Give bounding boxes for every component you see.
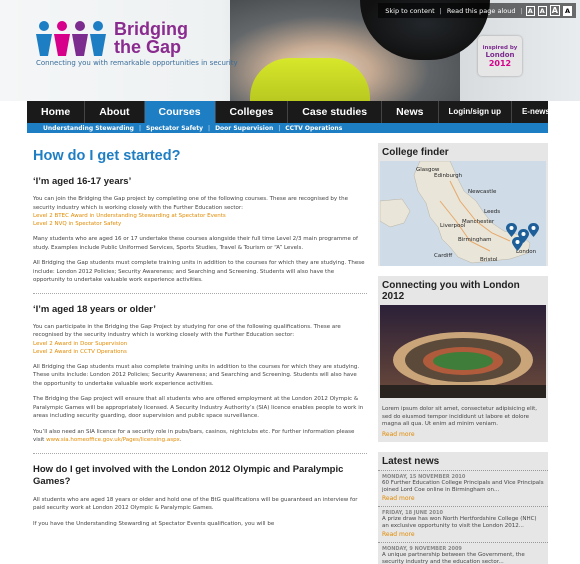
subnav-understanding-stewarding[interactable]: Understanding Stewarding bbox=[43, 125, 134, 132]
news-summary: A unique partnership between the Governm… bbox=[382, 551, 525, 564]
course-link-door-supervision[interactable]: Level 2 Award in Door Supervision bbox=[33, 340, 367, 348]
sidebar: College finder Glasgow Edinburgh Newcast… bbox=[378, 143, 548, 564]
news-read-more[interactable]: Read more bbox=[382, 495, 544, 502]
paragraph-suffix: . bbox=[179, 437, 182, 443]
section-divider bbox=[33, 292, 367, 294]
subnav-cctv-operations[interactable]: CCTV Operations bbox=[285, 125, 342, 132]
olympic-stadium-image bbox=[380, 305, 546, 398]
paragraph-text: You can participate in the Bridging the … bbox=[33, 323, 341, 339]
london-2012-badge: inspired by London 2012 bbox=[478, 36, 522, 76]
college-marker-icon[interactable] bbox=[506, 223, 517, 237]
paragraph-text: You can join the Bridging the Gap projec… bbox=[33, 196, 348, 211]
logo-line-1: Bridging bbox=[114, 19, 188, 39]
section-paragraph: Many students who are aged 16 or 17 unde… bbox=[33, 236, 358, 251]
high-contrast-button[interactable]: A bbox=[562, 5, 572, 16]
nav-news[interactable]: News bbox=[382, 101, 439, 123]
map-label-manchester: Manchester bbox=[462, 219, 495, 225]
news-summary: 60 Further Education College Principals … bbox=[382, 479, 544, 494]
section-paragraph: You can join the Bridging the Gap projec… bbox=[33, 195, 367, 228]
london-2012-text: Lorem ipsum dolor sit amet, consectetur … bbox=[382, 406, 538, 427]
badge-line-2: London bbox=[485, 50, 515, 59]
news-item: MONDAY, 9 NOVEMBER 2009 A unique partner… bbox=[378, 541, 548, 564]
login-signup-link[interactable]: Login/sign up bbox=[439, 101, 512, 123]
section-paragraph: You can participate in the Bridging the … bbox=[33, 323, 367, 356]
section-paragraph: All Bridging the Gap students must also … bbox=[33, 363, 360, 387]
college-finder-title: College finder bbox=[382, 147, 449, 158]
section-heading-18-plus: ‘I’m aged 18 years or older’ bbox=[33, 303, 156, 315]
sia-licensing-link[interactable]: www.sia.homeoffice.gov.uk/Pages/licensin… bbox=[46, 437, 180, 443]
accessibility-bar: Skip to content | Read this page aloud |… bbox=[378, 3, 576, 18]
map-label-newcastle: Newcastle bbox=[468, 189, 497, 195]
site-header: Skip to content | Read this page aloud |… bbox=[0, 0, 580, 101]
news-read-more[interactable]: Read more bbox=[382, 531, 544, 538]
course-link-nvq-spectator-safety[interactable]: Level 2 NVQ in Spectator Safety bbox=[33, 220, 367, 228]
sub-navigation: Understanding Stewarding | Spectator Saf… bbox=[27, 123, 548, 133]
header-photo-vest bbox=[250, 58, 370, 101]
nav-about[interactable]: About bbox=[85, 101, 145, 123]
map-label-leeds: Leeds bbox=[484, 209, 501, 215]
font-size-small-button[interactable]: A bbox=[525, 5, 535, 16]
section-heading-16-17: ‘I’m aged 16-17 years’ bbox=[33, 176, 132, 187]
main-navigation: Home About Courses Colleges Case studies… bbox=[27, 101, 580, 123]
course-link-btec-stewarding[interactable]: Level 2 BTEC Award in Understanding Stew… bbox=[33, 212, 367, 220]
london-2012-box: Connecting you with London 2012 Lorem ip… bbox=[378, 276, 548, 442]
badge-line-3: 2012 bbox=[488, 58, 512, 68]
read-aloud-link[interactable]: Read this page aloud bbox=[444, 7, 519, 15]
subnav-separator: | bbox=[138, 124, 141, 132]
section-paragraph: All students who are aged 18 years or ol… bbox=[33, 496, 358, 512]
font-size-large-button[interactable]: A bbox=[549, 5, 560, 16]
map-label-bristol: Bristol bbox=[480, 257, 498, 263]
section-paragraph: All Bridging the Gap students must compl… bbox=[33, 260, 365, 283]
college-finder-box: College finder Glasgow Edinburgh Newcast… bbox=[378, 143, 548, 266]
section-paragraph: If you have the Understanding Stewarding… bbox=[33, 520, 275, 527]
college-marker-icon[interactable] bbox=[512, 237, 523, 251]
subnav-door-supervision[interactable]: Door Supervision bbox=[215, 125, 273, 132]
subnav-spectator-safety[interactable]: Spectator Safety bbox=[146, 125, 203, 132]
nav-home[interactable]: Home bbox=[27, 101, 86, 123]
news-item: FRIDAY, 18 JUNE 2010 A prize draw has wo… bbox=[378, 505, 548, 542]
map-label-liverpool: Liverpool bbox=[440, 223, 466, 229]
enewsletter-signup-link[interactable]: E-newsletter sign up bbox=[512, 101, 580, 123]
site-logo[interactable]: Bridging the Gap bbox=[36, 20, 188, 56]
college-marker-icon[interactable] bbox=[528, 223, 539, 237]
topbar-separator: | bbox=[520, 6, 523, 15]
skip-to-content-link[interactable]: Skip to content bbox=[382, 7, 437, 15]
nav-courses[interactable]: Courses bbox=[144, 101, 216, 123]
site-tagline: Connecting you with remarkable opportuni… bbox=[36, 59, 238, 67]
london-2012-read-more[interactable]: Read more bbox=[378, 431, 548, 442]
map-label-birmingham: Birmingham bbox=[458, 237, 492, 243]
latest-news-title: Latest news bbox=[382, 455, 440, 467]
nav-case-studies[interactable]: Case studies bbox=[288, 101, 383, 123]
subnav-separator: | bbox=[278, 124, 281, 132]
college-finder-map[interactable]: Glasgow Edinburgh Newcastle Leeds Manche… bbox=[380, 161, 546, 266]
logo-line-2: the Gap bbox=[114, 37, 182, 57]
font-size-medium-button[interactable]: A bbox=[537, 5, 547, 16]
main-content: How do I get started? ‘I’m aged 16-17 ye… bbox=[33, 148, 367, 535]
subnav-separator: | bbox=[208, 124, 211, 132]
section-heading-olympics: How do I get involved with the London 20… bbox=[33, 463, 344, 487]
latest-news-box: Latest news MONDAY, 15 NOVEMBER 2010 60 … bbox=[378, 451, 548, 564]
news-summary: A prize draw has won North Hertfordshire… bbox=[382, 515, 537, 530]
london-2012-title: Connecting you with London 2012 bbox=[382, 280, 520, 302]
nav-colleges[interactable]: Colleges bbox=[216, 101, 289, 123]
map-label-cardiff: Cardiff bbox=[434, 253, 453, 259]
logo-wordmark: Bridging the Gap bbox=[114, 20, 188, 56]
news-item: MONDAY, 15 NOVEMBER 2010 60 Further Educ… bbox=[378, 469, 548, 506]
section-divider bbox=[33, 452, 367, 454]
course-link-cctv-operations[interactable]: Level 2 Award in CCTV Operations bbox=[33, 348, 367, 356]
page-title: How do I get started? bbox=[33, 148, 181, 164]
section-paragraph: The Bridging the Gap project will ensure… bbox=[33, 396, 364, 419]
topbar-separator: | bbox=[439, 6, 442, 15]
logo-figures-icon bbox=[36, 21, 106, 56]
section-paragraph: You’ll also need an SIA licence for a se… bbox=[33, 428, 367, 445]
map-label-edinburgh: Edinburgh bbox=[434, 173, 463, 179]
